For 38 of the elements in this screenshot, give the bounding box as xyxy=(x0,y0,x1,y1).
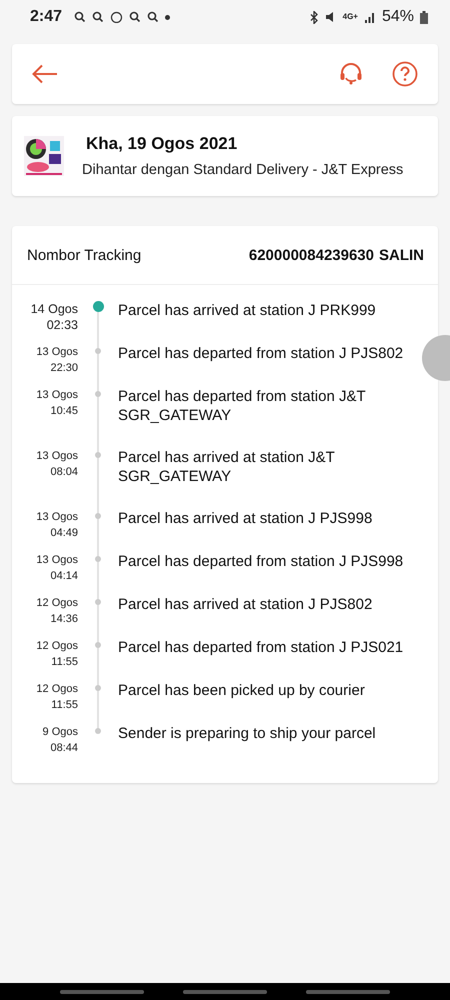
event-date: 12 Ogos xyxy=(36,596,78,611)
event-description: Parcel has arrived at station J PJS998 xyxy=(118,510,374,527)
copy-link[interactable]: SALIN xyxy=(374,246,424,264)
event-time: 10:45 xyxy=(50,404,78,419)
event-description: Sender is preparing to ship your parcel xyxy=(118,725,377,742)
event-description: Parcel has arrived at station J PRK999 xyxy=(118,302,377,319)
event-date: 12 Ogos xyxy=(36,682,78,697)
event-date: 13 Ogos xyxy=(36,553,78,568)
event-time: 11:55 xyxy=(51,698,78,713)
event-description: Parcel has departed from station J PJS021 xyxy=(118,639,404,656)
event-date: 13 Ogos xyxy=(36,345,78,360)
event-time: 14:36 xyxy=(50,612,78,627)
event-time: 08:44 xyxy=(50,741,78,756)
event-time: 04:14 xyxy=(50,569,78,584)
event-description: Parcel has arrived at station J&T SGR_GATEWAY xyxy=(118,449,334,485)
event-description: Parcel has arrived at station J PJS802 xyxy=(118,596,374,613)
event-time: 11:55 xyxy=(51,655,78,670)
event-description: Parcel has departed from station J&T SGR_GATEWAY xyxy=(118,388,366,424)
event-date: 14 Ogos xyxy=(30,301,78,317)
event-time: 08:04 xyxy=(50,465,78,480)
event-description: Parcel has departed from station J PJS802 xyxy=(118,345,404,362)
tracking-number: 620000084239630 xyxy=(248,246,374,264)
event-description: Parcel has departed from station J PJS998 xyxy=(118,553,404,570)
event-date: 13 Ogos xyxy=(36,449,78,464)
event-date: 13 Ogos xyxy=(36,388,78,403)
battery-level: 54% xyxy=(382,8,414,26)
network-type: 4G+ xyxy=(342,13,358,21)
event-date: 9 Ogos xyxy=(42,725,78,740)
event-time: 22:30 xyxy=(50,361,78,376)
delivery-date: Kha, 19 Ogos 2021 xyxy=(86,134,238,154)
event-time: 04:49 xyxy=(50,526,78,541)
event-time: 02:33 xyxy=(46,317,78,333)
event-date: 13 Ogos xyxy=(36,510,78,525)
event-description: Parcel has been picked up by courier xyxy=(118,682,366,699)
status-time: 2:47 xyxy=(30,8,62,26)
event-date: 12 Ogos xyxy=(36,639,78,654)
shipping-info: Dihantar dengan Standard Delivery - J&T Express xyxy=(82,162,404,178)
tracking-label: Nombor Tracking xyxy=(27,246,142,264)
